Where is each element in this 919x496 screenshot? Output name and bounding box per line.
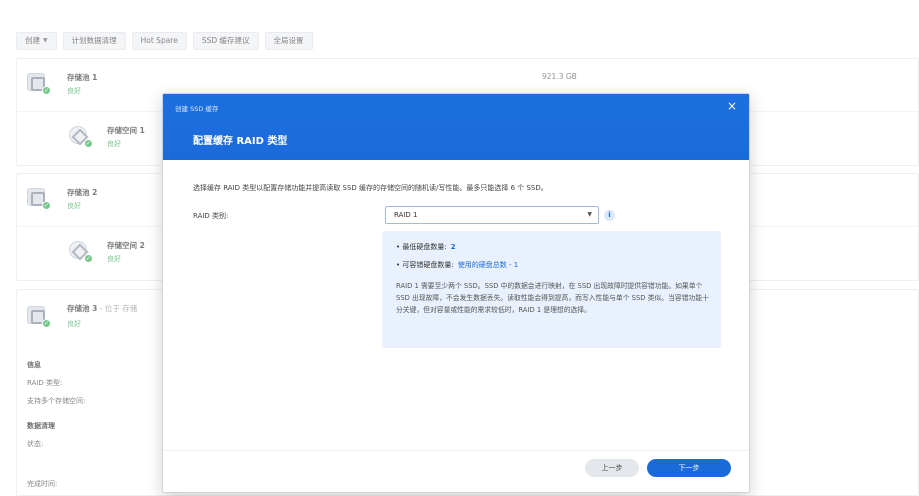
min-disks-line: • 最低硬盘数量: 2 — [396, 243, 456, 251]
raid-type-selected: RAID 1 — [394, 211, 418, 219]
min-disks-value: 2 — [450, 243, 456, 251]
fault-tolerance-line: • 可容错硬盘数量: 使用的硬盘总数 - 1 — [396, 261, 519, 269]
dialog-footer: 上一步 下一步 — [163, 450, 749, 492]
ssd-cache-dialog: 创建 SSD 缓存 × 配置缓存 RAID 类型 选择缓存 RAID 类型以配置… — [162, 93, 750, 493]
info-icon[interactable]: i — [604, 210, 615, 221]
next-button[interactable]: 下一步 — [647, 459, 731, 477]
raid-type-select[interactable]: RAID 1 ▼ — [385, 206, 599, 224]
close-icon[interactable]: × — [727, 99, 737, 113]
fault-tolerance-label: 可容错硬盘数量: — [402, 261, 454, 269]
chevron-down-icon: ▼ — [587, 211, 592, 218]
raid-explanation: RAID 1 需要至少两个 SSD。SSD 中的数据会进行映射，在 SSD 出现… — [396, 282, 709, 314]
fault-tolerance-value: 使用的硬盘总数 - 1 — [457, 261, 519, 269]
previous-button[interactable]: 上一步 — [585, 459, 639, 477]
raid-info-panel: • 最低硬盘数量: 2 • 可容错硬盘数量: 使用的硬盘总数 - 1 RAID 1 … — [382, 231, 721, 348]
dialog-description: 选择缓存 RAID 类型以配置存储功能并提高读取 SSD 缓存的存储空间的随机读… — [193, 184, 548, 192]
min-disks-label: 最低硬盘数量: — [402, 243, 447, 251]
raid-type-field-label: RAID 类别: — [193, 212, 229, 220]
dialog-header: 创建 SSD 缓存 × 配置缓存 RAID 类型 — [163, 94, 749, 160]
dialog-wizard-title: 创建 SSD 缓存 — [175, 105, 219, 113]
dialog-title: 配置缓存 RAID 类型 — [193, 136, 288, 147]
